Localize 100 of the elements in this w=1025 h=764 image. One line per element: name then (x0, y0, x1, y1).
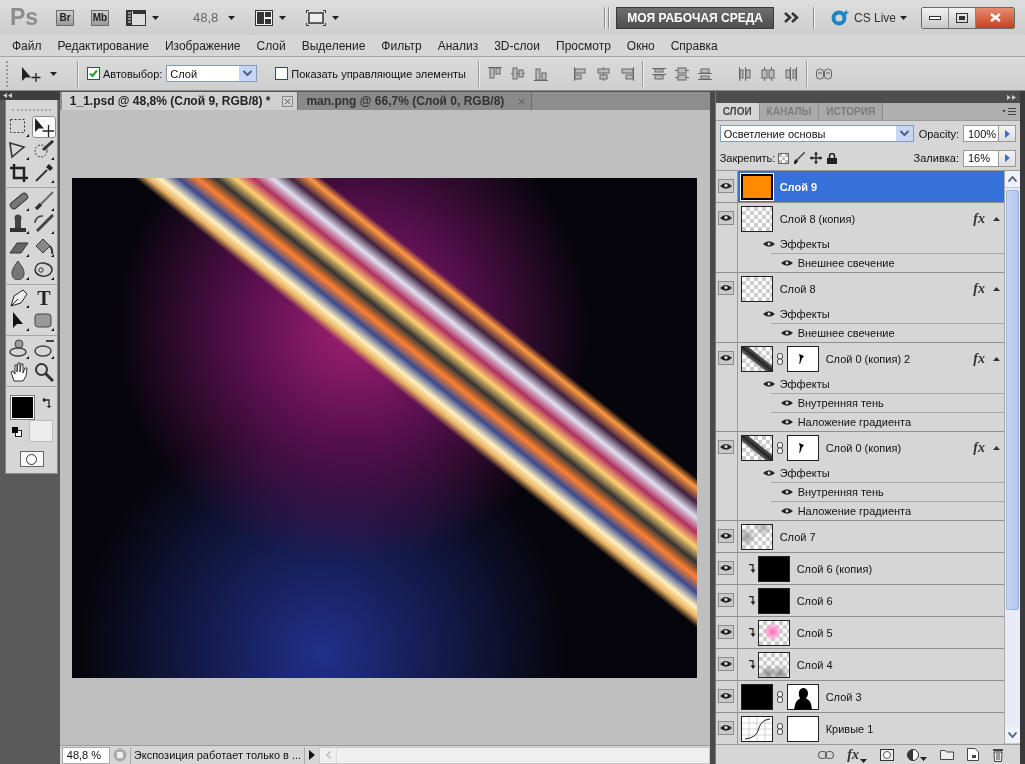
caret-icon[interactable] (50, 71, 57, 76)
align-left-icon[interactable] (574, 66, 589, 81)
bridge-button[interactable]: Br (56, 9, 74, 26)
expand-triangle-icon[interactable] (993, 356, 1000, 361)
close-icon[interactable] (282, 95, 294, 107)
tool-button[interactable] (7, 213, 31, 235)
half-circle-icon[interactable] (907, 748, 919, 761)
layer-row[interactable]: Слой 7 (737, 521, 1004, 552)
menu-item[interactable]: Анализ (437, 38, 479, 53)
menu-item[interactable]: 3D-слои (494, 38, 540, 53)
caret-icon[interactable] (860, 758, 867, 763)
chevron-down-icon[interactable] (1008, 732, 1017, 738)
scrollbar-thumb[interactable] (1006, 190, 1019, 610)
minimize-button[interactable] (922, 7, 949, 28)
swap-arrows-icon[interactable] (42, 397, 52, 408)
tool-button[interactable] (7, 361, 31, 383)
chain-icon[interactable] (776, 690, 783, 703)
opacity-field[interactable]: 100% (963, 125, 999, 142)
auto-align-icon[interactable] (816, 66, 833, 81)
workspace-button[interactable]: МОЯ РАБОЧАЯ СРЕДА (616, 6, 774, 29)
menu-item[interactable]: Слой (256, 38, 286, 53)
checkbox[interactable] (275, 67, 289, 80)
type-tool-button[interactable]: T (32, 287, 56, 309)
default-colors-icon[interactable] (12, 427, 22, 437)
caret-icon[interactable] (228, 15, 236, 20)
expand-triangle-icon[interactable] (993, 286, 1000, 291)
scrollbar[interactable] (319, 746, 710, 764)
layer-row[interactable]: Кривые 1 (737, 713, 1004, 744)
brush-icon[interactable] (794, 152, 806, 164)
eye-icon[interactable] (762, 468, 775, 477)
tool-button[interactable] (7, 162, 31, 184)
layer-row[interactable]: Слой 0 (копия) 2 fx (737, 343, 1004, 374)
screen-mode-button[interactable] (306, 9, 340, 26)
eye-icon[interactable] (780, 507, 793, 515)
menu-item[interactable]: Изображение (164, 38, 241, 53)
distribute-left-icon[interactable] (738, 66, 753, 81)
eye-icon[interactable] (762, 379, 775, 388)
move-icon[interactable] (810, 152, 823, 164)
tool-button[interactable] (32, 190, 56, 212)
link-icon[interactable] (818, 750, 835, 759)
distribute-center-icon[interactable] (761, 66, 776, 81)
eye-icon[interactable] (718, 440, 735, 454)
eye-icon[interactable] (780, 488, 793, 496)
collapse-icon[interactable] (3, 93, 12, 98)
eye-icon[interactable] (718, 689, 735, 703)
double-chevron-icon[interactable] (783, 12, 799, 23)
eye-icon[interactable] (780, 399, 793, 407)
checkbox[interactable] (87, 67, 100, 80)
menu-item[interactable]: Окно (626, 38, 655, 53)
status-info[interactable]: Экспозиция работает только в ... (129, 746, 306, 764)
zoom-field[interactable]: 48,8 % (61, 746, 110, 764)
expand-icon[interactable] (1007, 94, 1016, 100)
tool-button[interactable] (32, 139, 56, 161)
tool-button[interactable] (32, 213, 56, 235)
maximize-button[interactable] (949, 7, 976, 28)
eye-icon[interactable] (762, 309, 775, 318)
layer-row[interactable]: Слой 8 fx (737, 273, 1004, 304)
layer-row[interactable]: Слой 3 (737, 681, 1004, 712)
chain-icon[interactable] (776, 441, 783, 454)
chevron-down-icon[interactable] (895, 126, 913, 141)
close-button[interactable] (976, 7, 1014, 28)
chain-icon[interactable] (776, 352, 783, 365)
eye-icon[interactable] (718, 281, 735, 295)
tool-button[interactable] (7, 287, 31, 309)
layer-row[interactable]: Слой 9 (737, 171, 1004, 202)
expand-triangle-icon[interactable] (993, 216, 1000, 221)
align-center-icon[interactable] (597, 66, 612, 81)
document-tab[interactable]: 1_1.psd @ 48,8% (Слой 9, RGB/8) * (61, 92, 299, 110)
fx-button[interactable]: fx (847, 746, 867, 763)
align-middle-icon[interactable] (511, 66, 526, 81)
tool-button[interactable] (7, 139, 31, 161)
blend-mode-dropdown[interactable]: Осветление основы (719, 125, 914, 142)
eye-icon[interactable] (718, 351, 735, 365)
eye-icon[interactable] (718, 625, 735, 639)
distribute-middle-icon[interactable] (675, 66, 690, 81)
folder-icon[interactable] (940, 749, 954, 760)
eye-icon[interactable] (762, 239, 775, 248)
eye-icon[interactable] (718, 593, 735, 607)
new-layer-icon[interactable] (967, 748, 979, 761)
eye-icon[interactable] (718, 211, 735, 225)
expand-triangle-icon[interactable] (993, 445, 1000, 450)
layer-row[interactable]: Слой 6 (копия) (737, 553, 1004, 584)
tool-button[interactable] (7, 338, 31, 360)
eye-icon[interactable] (718, 657, 735, 671)
eye-icon[interactable] (718, 529, 735, 543)
caret-icon[interactable] (920, 756, 927, 761)
caret-icon[interactable] (900, 15, 907, 20)
cs-live-button[interactable]: CS Live (830, 9, 907, 26)
layer-row[interactable]: Слой 5 (737, 617, 1004, 648)
mask-icon[interactable] (880, 748, 894, 761)
menu-item[interactable]: Справка (670, 38, 718, 53)
align-bottom-icon[interactable] (534, 66, 549, 81)
foreground-swatch-icon[interactable] (11, 396, 34, 419)
eye-icon[interactable] (718, 721, 735, 735)
layer-row[interactable]: Слой 4 (737, 649, 1004, 680)
tool-button[interactable] (7, 116, 31, 138)
distribute-right-icon[interactable] (784, 66, 799, 81)
menu-item[interactable]: Редактирование (57, 38, 149, 53)
zoom-dropdown[interactable]: 48,8 (193, 10, 236, 25)
panel-tab[interactable]: СЛОИ (715, 103, 760, 120)
